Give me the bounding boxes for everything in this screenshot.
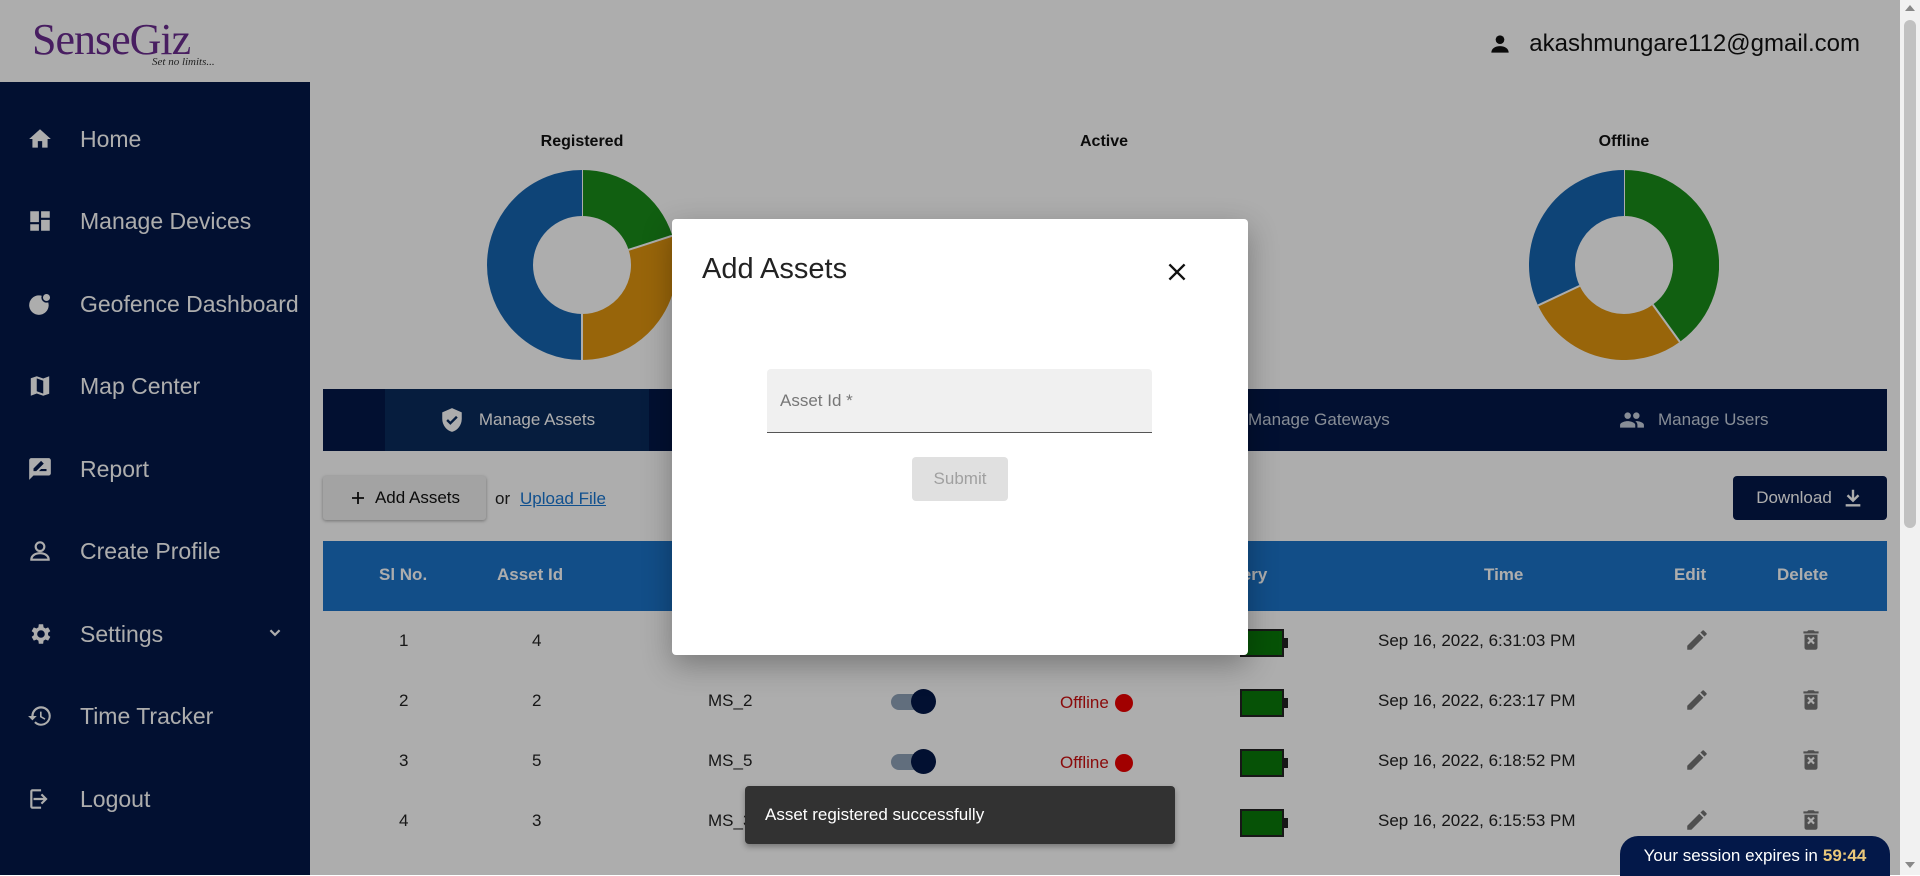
submit-button[interactable]: Submit — [912, 457, 1008, 501]
scroll-thumb[interactable] — [1904, 20, 1916, 528]
add-assets-dialog: Add Assets Submit — [672, 219, 1248, 655]
scroll-down-icon[interactable] — [1905, 862, 1915, 868]
dialog-title: Add Assets — [702, 253, 848, 285]
scroll-up-icon[interactable] — [1905, 5, 1915, 11]
close-icon[interactable] — [1164, 259, 1190, 285]
session-label: Your session expires in — [1643, 846, 1818, 865]
session-time: 59:44 — [1822, 846, 1867, 865]
asset-id-field[interactable] — [767, 369, 1152, 433]
page-scrollbar[interactable] — [1900, 0, 1920, 875]
snackbar: Asset registered successfully — [745, 786, 1175, 844]
asset-id-input[interactable] — [767, 369, 1152, 432]
session-timer: Your session expires in 59:44 — [1620, 836, 1890, 876]
